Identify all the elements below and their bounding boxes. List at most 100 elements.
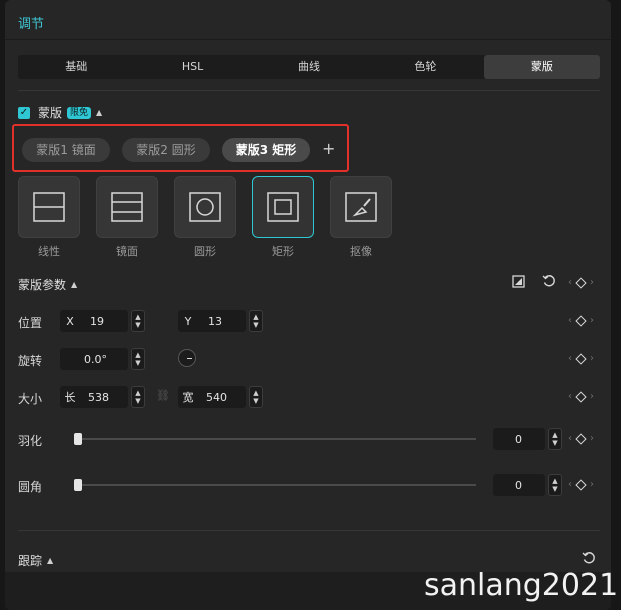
feather-field[interactable]: 0: [493, 428, 545, 450]
shape-linear-button[interactable]: [18, 176, 80, 238]
mask-chip-2[interactable]: 蒙版2 圆形: [122, 138, 210, 162]
shape-cutout-label: 抠像: [350, 245, 372, 258]
keyframe-icon[interactable]: [575, 432, 587, 445]
shape-circle-button[interactable]: [174, 176, 236, 238]
length-value: 538: [88, 390, 109, 404]
width-key: 宽: [182, 391, 194, 404]
mask-section-header: ✓ 蒙版 限免 ▲: [18, 104, 102, 121]
circle-mask-icon: [189, 192, 221, 222]
next-keyframe-icon[interactable]: ›: [590, 433, 594, 444]
watermark-text: sanlang2021: [424, 568, 619, 603]
position-y-field[interactable]: Y 13: [178, 310, 246, 332]
collapse-caret-icon[interactable]: ▲: [96, 108, 102, 117]
rotation-keyframe-controls: ‹ ›: [568, 352, 594, 365]
rectangle-mask-icon: [267, 192, 299, 222]
tab-basic[interactable]: 基础: [18, 55, 134, 79]
size-length-stepper[interactable]: ▲ ▼: [131, 386, 145, 408]
link-ratio-icon[interactable]: ⛓: [156, 389, 170, 402]
next-keyframe-icon[interactable]: ›: [590, 277, 594, 288]
prev-keyframe-icon[interactable]: ‹: [568, 391, 572, 402]
next-keyframe-icon[interactable]: ›: [590, 353, 594, 364]
keyframe-icon[interactable]: [575, 314, 587, 327]
x-value: 19: [90, 314, 104, 328]
corner-slider-thumb[interactable]: [74, 479, 82, 491]
tab-curves[interactable]: 曲线: [251, 55, 367, 79]
feather-slider-track[interactable]: [80, 438, 476, 440]
corner-value: 0: [515, 478, 522, 492]
keyframe-icon[interactable]: [575, 478, 587, 491]
position-x-stepper[interactable]: ▲ ▼: [131, 310, 145, 332]
feather-slider-thumb[interactable]: [74, 433, 82, 445]
position-x-field[interactable]: X 19: [60, 310, 128, 332]
y-value: 13: [208, 314, 222, 328]
corner-field[interactable]: 0: [493, 474, 545, 496]
mask-list-highlight: 蒙版1 镜面 蒙版2 圆形 蒙版3 矩形 +: [12, 124, 349, 172]
tab-color-wheel[interactable]: 色轮: [367, 55, 483, 79]
y-key: Y: [184, 314, 192, 328]
panel-header: 调节: [5, 0, 611, 40]
tab-hsl[interactable]: HSL: [134, 55, 250, 79]
rotation-dial[interactable]: [178, 349, 196, 367]
free-badge: 限免: [67, 106, 92, 119]
tracking-label: 跟踪: [18, 554, 43, 568]
shape-circle-label: 圆形: [194, 245, 216, 258]
prev-keyframe-icon[interactable]: ‹: [568, 479, 572, 490]
corner-keyframe-controls: ‹ ›: [568, 478, 594, 491]
length-key: 长: [64, 391, 76, 404]
size-width-stepper[interactable]: ▲ ▼: [249, 386, 263, 408]
position-keyframe-controls: ‹ ›: [568, 314, 594, 327]
position-y-stepper[interactable]: ▲ ▼: [249, 310, 263, 332]
shape-cutout-button[interactable]: [330, 176, 392, 238]
position-label: 位置: [18, 316, 43, 330]
divider: [18, 90, 600, 91]
feather-keyframe-controls: ‹ ›: [568, 432, 594, 445]
add-mask-button[interactable]: +: [322, 139, 335, 158]
keyframe-icon[interactable]: [575, 390, 587, 403]
width-value: 540: [206, 390, 227, 404]
size-width-field[interactable]: 宽 540: [178, 386, 246, 408]
tab-mask[interactable]: 蒙版: [483, 55, 601, 79]
prev-keyframe-icon[interactable]: ‹: [568, 315, 572, 326]
next-keyframe-icon[interactable]: ›: [590, 479, 594, 490]
corner-slider-track[interactable]: [80, 484, 476, 486]
prev-keyframe-icon[interactable]: ‹: [568, 277, 572, 288]
size-length-field[interactable]: 长 538: [60, 386, 128, 408]
prev-keyframe-icon[interactable]: ‹: [568, 353, 572, 364]
next-keyframe-icon[interactable]: ›: [590, 315, 594, 326]
mask-chip-1[interactable]: 蒙版1 镜面: [22, 138, 110, 162]
divider: [18, 530, 600, 531]
mirror-mask-icon: [111, 192, 143, 222]
prev-keyframe-icon[interactable]: ‹: [568, 433, 572, 444]
params-keyframe-controls: ‹ ›: [568, 276, 594, 289]
corner-label: 圆角: [18, 480, 43, 494]
reset-tracking-icon[interactable]: [582, 551, 596, 569]
shape-rectangle-button[interactable]: [252, 176, 314, 238]
shape-rectangle-label: 矩形: [272, 245, 294, 258]
keyframe-icon[interactable]: [575, 276, 587, 289]
tracking-collapse-caret-icon[interactable]: ▲: [47, 556, 53, 565]
rotation-field[interactable]: 0.0°: [60, 348, 128, 370]
x-key: X: [66, 314, 74, 328]
params-collapse-caret-icon[interactable]: ▲: [71, 280, 77, 289]
tracking-header: 跟踪 ▲: [18, 552, 53, 569]
shape-mirror-button[interactable]: [96, 176, 158, 238]
mask-params-title: 蒙版参数: [18, 278, 67, 292]
shape-mirror-label: 镜面: [116, 245, 138, 258]
adjust-panel: 调节 基础 HSL 曲线 色轮 蒙版 ✓ 蒙版 限免 ▲ 蒙版1 镜面 蒙版2 …: [5, 0, 611, 610]
mask-section-label: 蒙版: [38, 106, 63, 120]
next-keyframe-icon[interactable]: ›: [590, 391, 594, 402]
size-label: 大小: [18, 392, 43, 406]
mask-params-header: 蒙版参数 ▲: [18, 276, 77, 293]
reset-params-icon[interactable]: [542, 274, 556, 292]
tab-bar: 基础 HSL 曲线 色轮 蒙版: [18, 55, 601, 79]
mask-enable-checkbox[interactable]: ✓: [18, 106, 30, 119]
invert-mask-icon[interactable]: [512, 275, 525, 292]
rotation-label: 旋转: [18, 354, 43, 368]
keyframe-icon[interactable]: [575, 352, 587, 365]
brush-cutout-icon: [345, 192, 377, 222]
corner-stepper[interactable]: ▲ ▼: [548, 474, 562, 496]
mask-chip-3[interactable]: 蒙版3 矩形: [222, 138, 310, 162]
rotation-stepper[interactable]: ▲ ▼: [131, 348, 145, 370]
feather-label: 羽化: [18, 434, 43, 448]
feather-stepper[interactable]: ▲ ▼: [548, 428, 562, 450]
